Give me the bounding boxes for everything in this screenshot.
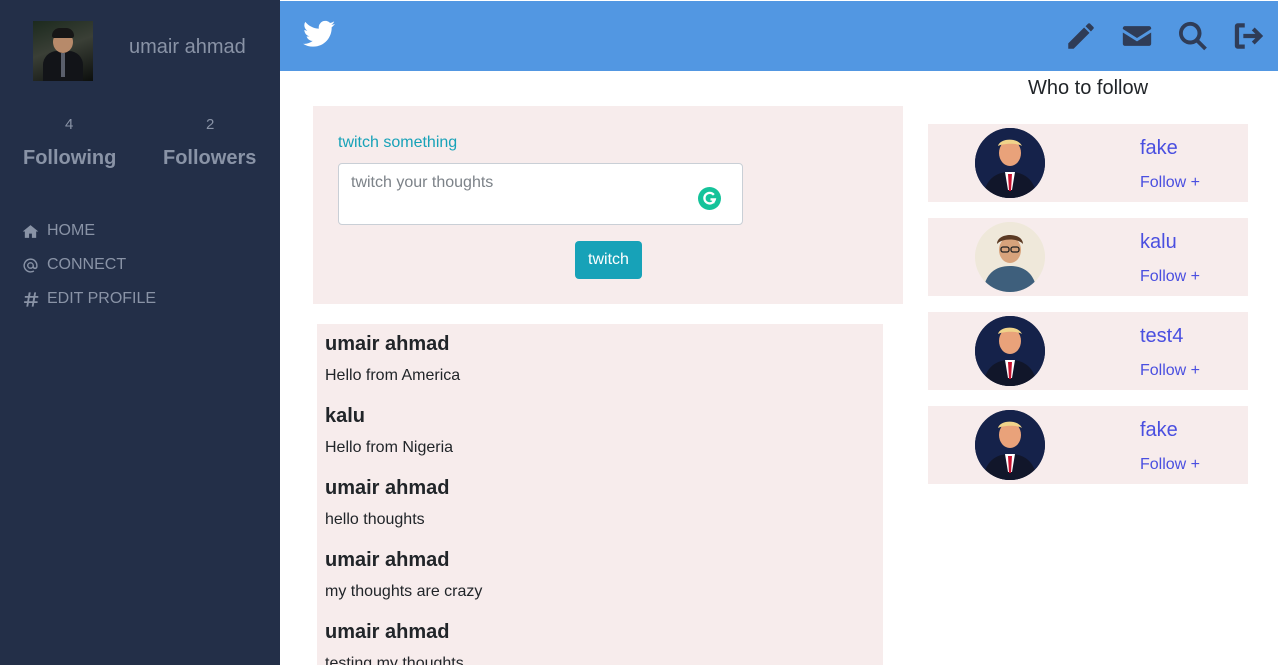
- suggestion-card: fake Follow +: [928, 406, 1248, 484]
- suggestion-avatar[interactable]: [975, 410, 1045, 480]
- profile-avatar[interactable]: [33, 21, 93, 81]
- nav-item-connect-label: CONNECT: [47, 256, 127, 273]
- suggestion-name[interactable]: test4: [1140, 325, 1183, 348]
- nav-item-home-label: HOME: [47, 222, 95, 239]
- feed-post: kalu Hello from Nigeria: [325, 405, 453, 457]
- feed-post: umair ahmad testing my thoughts: [325, 621, 464, 665]
- feed-post: umair ahmad hello thoughts: [325, 477, 449, 529]
- profile-username: umair ahmad: [129, 36, 246, 58]
- post-author[interactable]: umair ahmad: [325, 477, 449, 500]
- who-to-follow-title: Who to follow: [1027, 77, 1149, 99]
- follow-button[interactable]: Follow +: [1140, 456, 1200, 474]
- post-text: hello thoughts: [325, 511, 425, 528]
- compose-input[interactable]: [338, 163, 743, 225]
- compose-panel: twitch something twitch: [313, 106, 903, 304]
- following-label[interactable]: Following: [23, 147, 116, 170]
- post-author[interactable]: umair ahmad: [325, 333, 460, 356]
- envelope-icon[interactable]: [1120, 19, 1154, 53]
- at-icon: [23, 257, 38, 273]
- suggestion-name[interactable]: fake: [1140, 137, 1178, 160]
- followers-count: 2: [206, 116, 215, 133]
- grammarly-icon[interactable]: [698, 187, 721, 210]
- suggestion-name[interactable]: fake: [1140, 419, 1178, 442]
- compose-label: twitch something: [338, 134, 458, 151]
- top-bar: [280, 1, 1278, 71]
- following-count: 4: [65, 116, 74, 133]
- suggestion-card: kalu Follow +: [928, 218, 1248, 296]
- suggestion-card: test4 Follow +: [928, 312, 1248, 390]
- suggestion-name[interactable]: kalu: [1140, 231, 1177, 254]
- search-icon[interactable]: [1176, 19, 1210, 53]
- home-icon: [22, 224, 39, 238]
- feed-post: umair ahmad Hello from America: [325, 333, 460, 385]
- suggestion-avatar[interactable]: [975, 222, 1045, 292]
- feed-post: umair ahmad my thoughts are crazy: [325, 549, 482, 601]
- logout-icon[interactable]: [1232, 19, 1266, 53]
- feed-list: umair ahmad Hello from America kalu Hell…: [317, 324, 883, 665]
- post-text: testing my thoughts: [325, 655, 464, 665]
- followers-label[interactable]: Followers: [163, 147, 256, 170]
- suggestion-avatar[interactable]: [975, 128, 1045, 198]
- follow-button[interactable]: Follow +: [1140, 174, 1200, 192]
- follow-button[interactable]: Follow +: [1140, 362, 1200, 380]
- post-author[interactable]: umair ahmad: [325, 549, 482, 572]
- post-text: Hello from America: [325, 367, 461, 384]
- follow-button[interactable]: Follow +: [1140, 268, 1200, 286]
- suggestion-avatar[interactable]: [975, 316, 1045, 386]
- pencil-icon[interactable]: [1064, 19, 1098, 53]
- post-text: my thoughts are crazy: [325, 583, 483, 600]
- nav-item-edit-profile[interactable]: EDIT PROFILE: [22, 290, 156, 308]
- hash-icon: [24, 291, 39, 307]
- post-author[interactable]: umair ahmad: [325, 621, 464, 644]
- nav-item-edit-profile-label: EDIT PROFILE: [47, 290, 157, 307]
- twitter-bird-icon[interactable]: [303, 20, 335, 48]
- twitch-button[interactable]: twitch: [575, 241, 642, 279]
- nav-item-home[interactable]: HOME: [22, 222, 95, 240]
- nav-item-connect[interactable]: CONNECT: [22, 256, 126, 274]
- post-text: Hello from Nigeria: [325, 439, 454, 456]
- sidebar: umair ahmad 4 Following 2 Followers HOME…: [0, 0, 280, 665]
- suggestion-card: fake Follow +: [928, 124, 1248, 202]
- post-author[interactable]: kalu: [325, 405, 453, 428]
